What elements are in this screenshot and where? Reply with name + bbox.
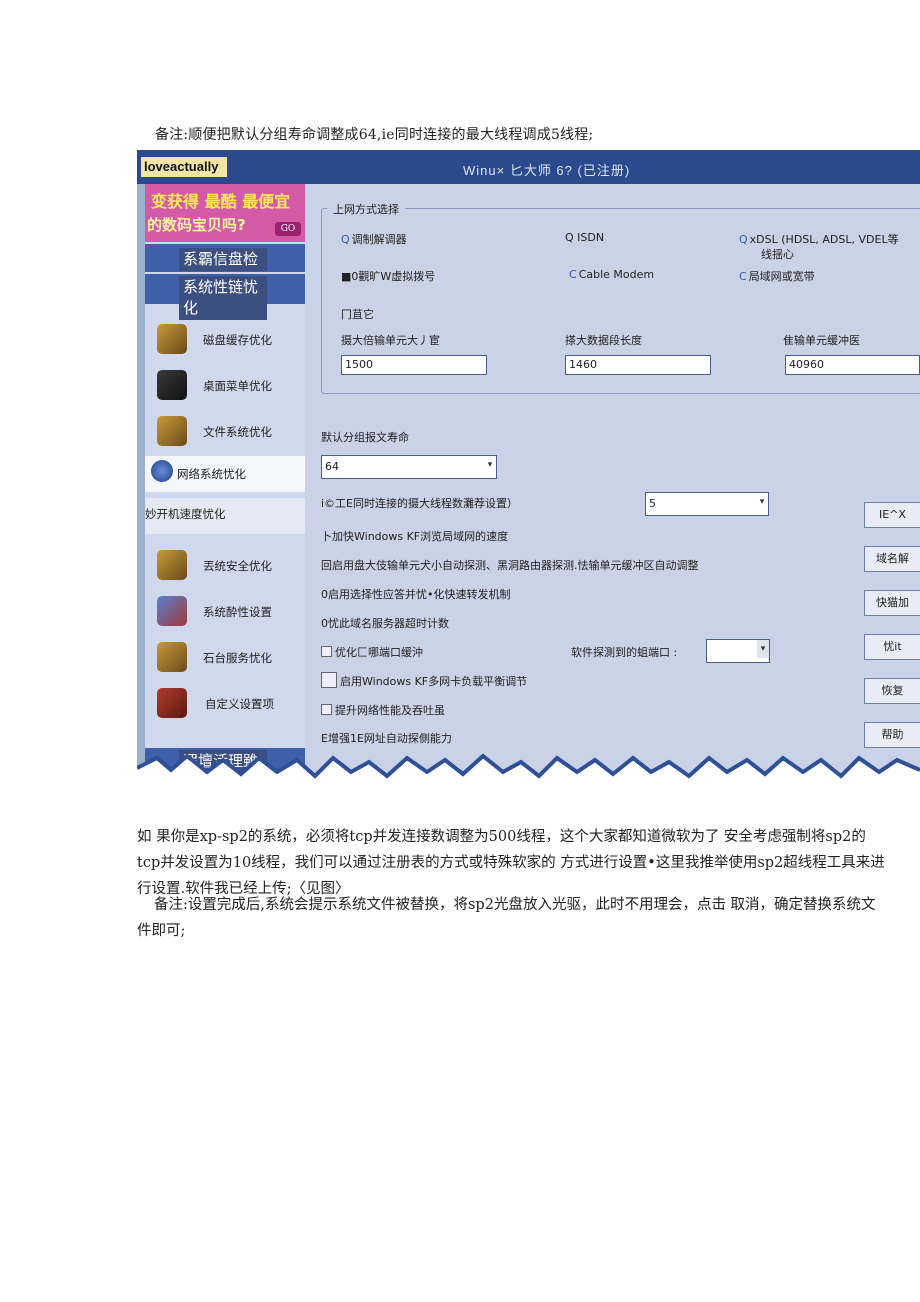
sidebar-item-security[interactable]: 丟统安全优化	[145, 546, 305, 590]
sidebar-item-label: 石台服务忧化	[203, 651, 272, 665]
paragraph-sp2: 如 果你是xp-sp2的系统，必须将tcp并发连接数调整为500线程，这个大家都…	[137, 829, 885, 897]
sidebar: 系霸信盘检 系统性链忧化 磁盘缓存优化 桌面菜单优化 文件系统优化 网络系统忧化…	[145, 242, 305, 794]
banner-go-button[interactable]: GO	[275, 222, 301, 236]
mtu-label: 摄大倍输单元大丿宦	[341, 334, 440, 347]
check-selective-ack[interactable]: 0启用选择性应答并忧•化快速转发机制	[321, 586, 511, 602]
sidebar-item-label: 桌面菜单优化	[203, 379, 272, 393]
chevron-down-icon[interactable]: ▾	[484, 456, 496, 474]
user-label: loveactually	[141, 157, 227, 177]
sidebar-item-label: 磁盘缓存优化	[203, 333, 272, 347]
disk-icon	[157, 324, 187, 354]
main-panel: 上网方式选择 Q 调制解调器 Q ISDN QxDSL (HDSL, ADSL, …	[305, 184, 920, 779]
sidebar-header-optimize[interactable]: 系统性链忧化	[145, 274, 305, 320]
option-isdn[interactable]: Q ISDN	[565, 231, 604, 244]
check-fast-lan-browse[interactable]: 卜加快Windows KF浏览局域网的速度	[321, 528, 508, 544]
sidebar-item-label: 丟统安全优化	[203, 559, 272, 573]
sidebar-item-network[interactable]: 网络系统忧化	[145, 456, 305, 492]
rwin-input[interactable]: 40960	[785, 355, 920, 375]
tools-icon	[157, 688, 187, 718]
option-other[interactable]: 冂苴它	[341, 306, 374, 322]
option-modem[interactable]: Q 调制解调器	[341, 231, 407, 247]
safe-icon	[157, 550, 187, 580]
computer-icon	[157, 370, 187, 400]
torn-edge-decoration	[137, 753, 920, 810]
sidebar-item-disk-cache[interactable]: 磁盘缓存优化	[145, 320, 305, 364]
chevron-down-icon[interactable]: ▾	[757, 640, 769, 658]
mss-label: 搽大数据段长度	[565, 334, 642, 347]
window-title: Winu× 匕大师 6? (已注册)	[463, 163, 631, 178]
option-virtual-dial[interactable]: ■0觀旷W虚拟拨号	[341, 268, 435, 284]
mss-input[interactable]: 1460	[565, 355, 711, 375]
checkbox[interactable]	[321, 672, 337, 688]
people-icon	[157, 596, 187, 626]
chevron-down-icon[interactable]: ▾	[756, 493, 768, 511]
checkbox[interactable]	[321, 704, 332, 715]
paragraph-note2: 备注:设置完成后,系统会提示系统文件被替换，将sp2光盘放入光驱，此时不用理会，…	[137, 897, 876, 939]
sidebar-item-custom[interactable]: 自定义设置项	[145, 684, 305, 728]
rwin-label: 隹输单元缓冲医	[783, 334, 860, 347]
sidebar-item-label: 自定义设置项	[205, 697, 274, 711]
port-label: 软件探測到的蛆端口 :	[571, 646, 678, 659]
optimize-button[interactable]: 忧it	[864, 634, 920, 660]
sidebar-header-label: 系霸信盘检	[179, 248, 267, 271]
sidebar-header-check[interactable]: 系霸信盘检	[145, 244, 305, 272]
software-screenshot: loveactually Winu× 匕大师 6? (已注册) 变获得 最酷 最…	[137, 150, 920, 810]
folder-icon	[157, 416, 187, 446]
sidebar-item-boot-speed[interactable]: 妙开机速度忧化	[145, 498, 305, 534]
check-multi-nic[interactable]: 启用Windows KF多网卡负载平衡调节	[321, 672, 527, 689]
sidebar-header-label: 系统性链忧化	[179, 276, 267, 320]
restore-button[interactable]: 恢复	[864, 678, 920, 704]
dns-button[interactable]: 域名解	[864, 546, 920, 572]
check-ie-autodetect[interactable]: E增强1E网址自动探側能力	[321, 730, 452, 746]
title-bar: loveactually Winu× 匕大师 6? (已注册)	[137, 150, 920, 184]
sidebar-item-label: 系统酔性设置	[203, 605, 272, 619]
check-dns-timeout[interactable]: 0忧此域名服务器超时计数	[321, 615, 449, 631]
sidebar-item-file-system[interactable]: 文件系统优化	[145, 412, 305, 456]
option-xdsl-line2: 线揺心	[761, 248, 794, 261]
sidebar-item-label: 妙开机速度忧化	[145, 507, 226, 521]
ie-button[interactable]: IE^X	[864, 502, 920, 528]
checkbox[interactable]	[321, 646, 332, 657]
ie-threads-select[interactable]: 5 ▾	[645, 492, 769, 516]
sidebar-item-personal[interactable]: 系统酔性设置	[145, 592, 305, 636]
check-port-buffer[interactable]: 优化匚哪端口缓沖	[321, 644, 423, 660]
check-throughput[interactable]: 提升网络性能及吞吐虽	[321, 702, 445, 718]
speedup-button[interactable]: 快猫加	[864, 590, 920, 616]
check-mtu-autodetect[interactable]: 回启用盘大伎输单元犬小自动探测、黑洞路由器探测.怯输单元缓冲区自动调整	[321, 557, 699, 573]
globe-icon	[151, 460, 173, 482]
group-title: 上网方式选择	[327, 201, 405, 217]
option-xdsl[interactable]: QxDSL (HDSL, ADSL, VDEL等	[739, 231, 899, 247]
ttl-label: 默认分组报文寿命	[321, 431, 409, 444]
banner-line1: 变获得 最酷 最便宜	[151, 192, 291, 211]
port-select[interactable]: ▾	[706, 639, 770, 663]
help-button[interactable]: 帮助	[864, 722, 920, 748]
note-line: 备注:顺便把默认分组寿命调整成64,ie同时连接的最大线程调成5线程;	[155, 127, 594, 143]
ie-threads-label: i©工E同时连接的摄大线程数灘荐设置）	[321, 497, 519, 510]
option-cable-modem[interactable]: C Cable Modem	[569, 268, 654, 281]
sidebar-item-label: 文件系统优化	[203, 425, 272, 439]
ad-banner[interactable]: 变获得 最酷 最便宜 的数码宝贝吗? GO	[145, 184, 305, 242]
mtu-input[interactable]: 1500	[341, 355, 487, 375]
box-icon	[157, 642, 187, 672]
ttl-select[interactable]: 64 ▾	[321, 455, 497, 479]
sidebar-item-label: 网络系统忧化	[177, 467, 246, 481]
option-lan[interactable]: C 局域网或宽带	[739, 268, 815, 284]
sidebar-item-services[interactable]: 石台服务忧化	[145, 638, 305, 682]
banner-line2: 的数码宝贝吗?	[147, 216, 246, 234]
sidebar-item-desktop-menu[interactable]: 桌面菜单优化	[145, 366, 305, 410]
